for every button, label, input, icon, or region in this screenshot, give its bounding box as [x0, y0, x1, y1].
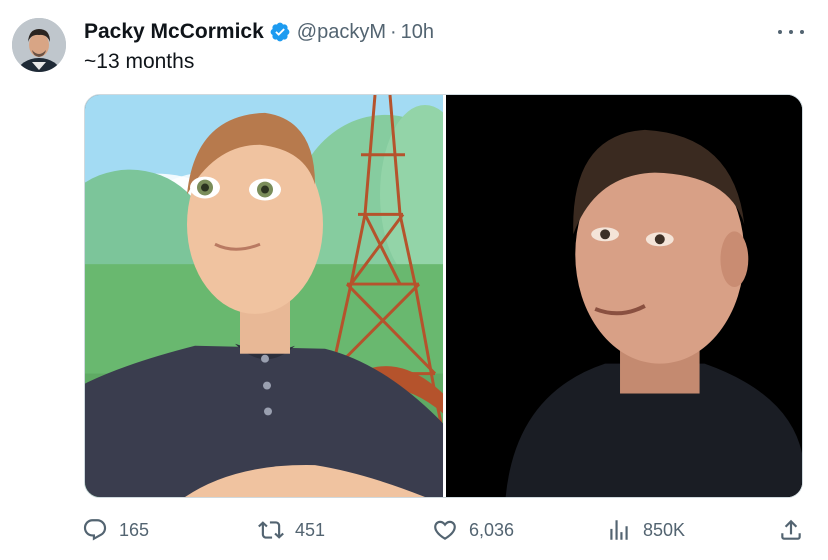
retweet-button[interactable]: 451: [258, 514, 325, 546]
separator-dot: ·: [389, 20, 397, 43]
reply-count: 165: [119, 519, 150, 540]
profile-photo-icon: [12, 18, 66, 72]
portrait-image-icon: [446, 95, 802, 497]
avatar-eiffel-image-icon: [85, 95, 443, 497]
views-chart-icon: [610, 520, 628, 540]
reply-button[interactable]: 165: [82, 514, 149, 546]
author-handle[interactable]: @packyM: [297, 21, 386, 44]
like-count: 6,036: [469, 519, 515, 540]
heart-icon: [434, 520, 456, 540]
author-avatar[interactable]: [12, 18, 66, 72]
author-name[interactable]: Packy McCormick: [84, 20, 264, 44]
retweet-count: 451: [295, 519, 326, 540]
tweet-text: ~13 months: [84, 50, 195, 73]
views-count: 850K: [643, 519, 686, 540]
tweet-media: [84, 94, 803, 498]
tweet-header: Packy McCormick @packyM · 10h: [84, 18, 434, 46]
tweet-actions: 165 451 6,036 850K: [82, 514, 806, 546]
more-options-icon[interactable]: [778, 22, 804, 42]
retweet-icon: [258, 521, 284, 539]
share-button[interactable]: [778, 514, 804, 546]
verified-badge-icon: [269, 21, 291, 43]
views-button[interactable]: 850K: [606, 514, 685, 546]
media-image-right[interactable]: [446, 95, 802, 497]
media-image-left[interactable]: [85, 95, 443, 497]
like-button[interactable]: 6,036: [432, 514, 514, 546]
reply-icon: [83, 519, 107, 541]
share-icon: [781, 519, 801, 540]
tweet-timestamp[interactable]: 10h: [401, 21, 434, 44]
